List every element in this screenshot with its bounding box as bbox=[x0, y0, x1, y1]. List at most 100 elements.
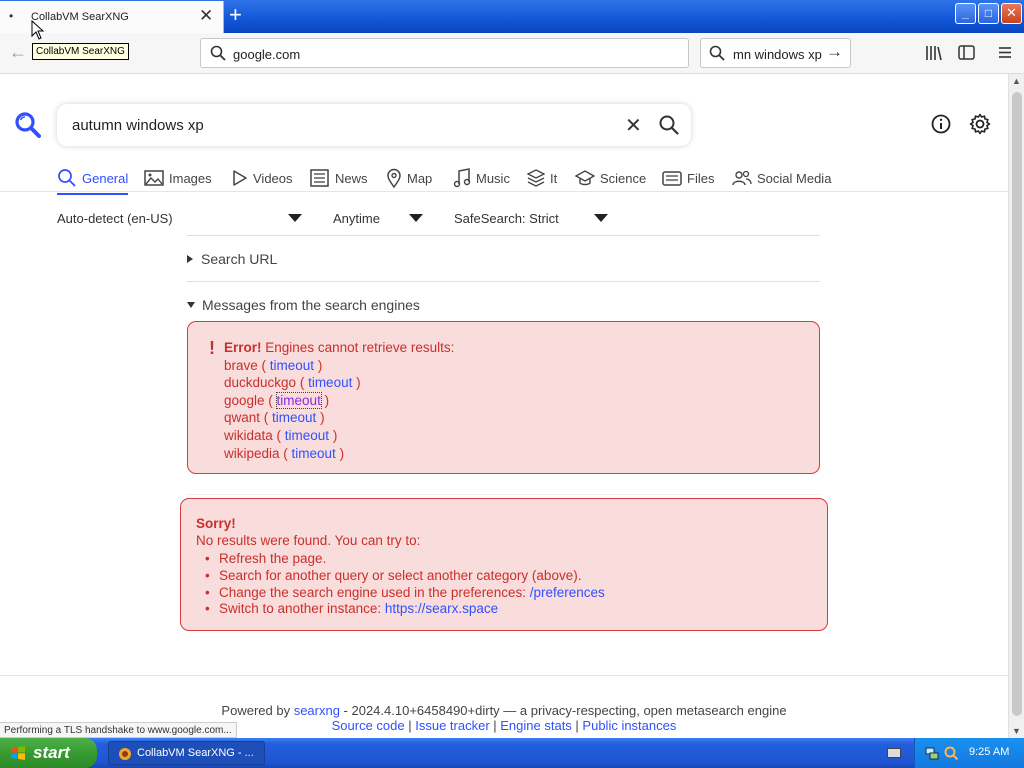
engine-row: duckduckgo ( timeout ) bbox=[224, 375, 361, 391]
clear-search-icon[interactable]: ✕ bbox=[625, 113, 642, 138]
engine-row: wikidata ( timeout ) bbox=[224, 427, 338, 443]
engine-reason-link[interactable]: timeout bbox=[292, 446, 336, 461]
tab-general[interactable]: General bbox=[57, 165, 129, 195]
engine-stats-link[interactable]: Engine stats bbox=[500, 718, 572, 733]
engine-reason-link[interactable]: timeout bbox=[270, 358, 314, 373]
minimize-button[interactable]: _ bbox=[955, 3, 976, 24]
footer-text: Powered by bbox=[221, 703, 294, 718]
chevron-down-icon[interactable] bbox=[288, 214, 302, 222]
tab-files[interactable]: Files bbox=[662, 165, 714, 191]
language-select[interactable]: Auto-detect (en-US) bbox=[57, 211, 173, 226]
safesearch-select[interactable]: SafeSearch: Strict bbox=[454, 211, 559, 226]
search-tray-icon[interactable] bbox=[943, 745, 959, 761]
issue-tracker-link[interactable]: Issue tracker bbox=[415, 718, 489, 733]
tab-news[interactable]: News bbox=[310, 165, 368, 191]
searxng-logo-icon[interactable] bbox=[14, 111, 42, 139]
browser-status-bar: Performing a TLS handshake to www.google… bbox=[0, 722, 237, 738]
preferences-link[interactable]: /preferences bbox=[530, 585, 605, 600]
suggestion-list: Refresh the page. Search for another que… bbox=[205, 551, 605, 618]
separator: | bbox=[489, 718, 501, 733]
network-icon[interactable] bbox=[924, 745, 940, 761]
library-icon[interactable] bbox=[925, 45, 943, 61]
start-button[interactable]: start bbox=[0, 738, 97, 768]
no-results-box: Sorry! No results were found. You can tr… bbox=[180, 498, 828, 631]
searx-space-link[interactable]: https://searx.space bbox=[385, 601, 498, 616]
tab-label: News bbox=[335, 170, 368, 186]
tab-social-media[interactable]: Social Media bbox=[732, 165, 831, 191]
sidebar-icon[interactable] bbox=[958, 45, 975, 60]
tab-close-button[interactable]: ✕ bbox=[199, 6, 213, 26]
tab-label: Social Media bbox=[757, 170, 832, 186]
exclamation-icon: ! bbox=[209, 338, 215, 358]
close-glyph: ✕ bbox=[1006, 5, 1017, 20]
engine-reason-link[interactable]: timeout bbox=[275, 391, 322, 409]
list-item: Change the search engine used in the pre… bbox=[205, 585, 605, 602]
engine-reason-link[interactable]: timeout bbox=[285, 428, 329, 443]
engine-name: qwant bbox=[224, 410, 261, 426]
chevron-down-icon[interactable] bbox=[409, 214, 423, 222]
search-icon bbox=[709, 45, 725, 61]
caret-down-icon bbox=[187, 302, 195, 308]
caret-right-icon bbox=[187, 255, 193, 263]
scroll-down-icon[interactable]: ▼ bbox=[1012, 726, 1021, 736]
people-icon bbox=[732, 170, 752, 186]
nav-bar: ← google.com mn windows xp → bbox=[0, 33, 1024, 74]
list-item: Switch to another instance: https://sear… bbox=[205, 601, 605, 618]
search-query-input[interactable]: autumn windows xp bbox=[72, 117, 204, 134]
tab-music[interactable]: Music bbox=[453, 165, 510, 191]
tab-label: Map bbox=[407, 170, 433, 186]
close-window-button[interactable]: ✕ bbox=[1001, 3, 1022, 24]
engine-messages-toggle[interactable]: Messages from the search engines bbox=[187, 297, 420, 313]
scrollbar-thumb[interactable] bbox=[1012, 92, 1022, 716]
engine-error-box: ! Error! Engines cannot retrieve results… bbox=[187, 321, 820, 474]
tab-map[interactable]: Map bbox=[386, 165, 432, 191]
scroll-up-icon[interactable]: ▲ bbox=[1012, 76, 1021, 86]
layers-icon bbox=[527, 169, 545, 187]
engine-row: wikipedia ( timeout ) bbox=[224, 445, 345, 461]
engine-reason-link[interactable]: timeout bbox=[308, 375, 352, 390]
tab-it[interactable]: It bbox=[527, 165, 557, 191]
maximize-button[interactable]: □ bbox=[978, 3, 999, 24]
tab-images[interactable]: Images bbox=[144, 165, 212, 191]
search-query-box[interactable]: autumn windows xp ✕ bbox=[57, 104, 691, 146]
searxng-link[interactable]: searxng bbox=[294, 703, 340, 718]
tab-label: Images bbox=[169, 170, 212, 186]
list-item: Search for another query or select anoth… bbox=[205, 568, 605, 585]
engine-row: brave ( timeout ) bbox=[224, 357, 323, 373]
time-range-select[interactable]: Anytime bbox=[333, 211, 380, 226]
taskbar-item-browser[interactable]: CollabVM SearXNG - ... bbox=[108, 741, 265, 765]
error-text: Engines cannot retrieve results: bbox=[265, 340, 455, 355]
tab-favicon-dot: • bbox=[9, 9, 14, 23]
page-scrollbar[interactable]: ▲ ▼ bbox=[1008, 74, 1024, 738]
new-tab-button[interactable]: + bbox=[229, 2, 242, 28]
gear-icon[interactable] bbox=[968, 112, 992, 136]
tab-title: CollabVM SearXNG bbox=[31, 11, 129, 23]
image-icon bbox=[144, 170, 164, 186]
arrow-right-icon[interactable]: → bbox=[826, 42, 843, 62]
back-arrow-icon[interactable]: ← bbox=[9, 42, 27, 63]
tab-videos[interactable]: Videos bbox=[232, 165, 293, 191]
map-pin-icon bbox=[387, 168, 401, 188]
minimize-glyph: _ bbox=[962, 6, 969, 20]
engine-name: wikipedia bbox=[224, 445, 280, 461]
info-icon[interactable] bbox=[930, 113, 952, 135]
tab-science[interactable]: Science bbox=[575, 165, 646, 191]
engine-reason-link[interactable]: timeout bbox=[272, 410, 316, 425]
graduation-cap-icon bbox=[575, 170, 595, 186]
public-instances-link[interactable]: Public instances bbox=[582, 718, 676, 733]
source-code-link[interactable]: Source code bbox=[332, 718, 405, 733]
tab-label: Music bbox=[476, 170, 510, 186]
play-icon bbox=[233, 170, 247, 186]
music-note-icon bbox=[453, 168, 471, 188]
url-bar[interactable]: google.com bbox=[200, 38, 689, 68]
keyboard-icon[interactable] bbox=[887, 748, 901, 758]
chevron-down-icon[interactable] bbox=[594, 214, 608, 222]
engine-row: google ( timeout ) bbox=[224, 391, 330, 409]
browser-search-box[interactable]: mn windows xp → bbox=[700, 38, 851, 68]
windows-logo-icon bbox=[11, 746, 25, 760]
windows-taskbar: start CollabVM SearXNG - ... 9:25 AM bbox=[0, 738, 1024, 768]
search-submit-icon[interactable] bbox=[658, 114, 680, 136]
tab-label: Files bbox=[687, 170, 715, 186]
menu-icon[interactable] bbox=[998, 46, 1012, 59]
search-url-toggle[interactable]: Search URL bbox=[187, 251, 277, 267]
